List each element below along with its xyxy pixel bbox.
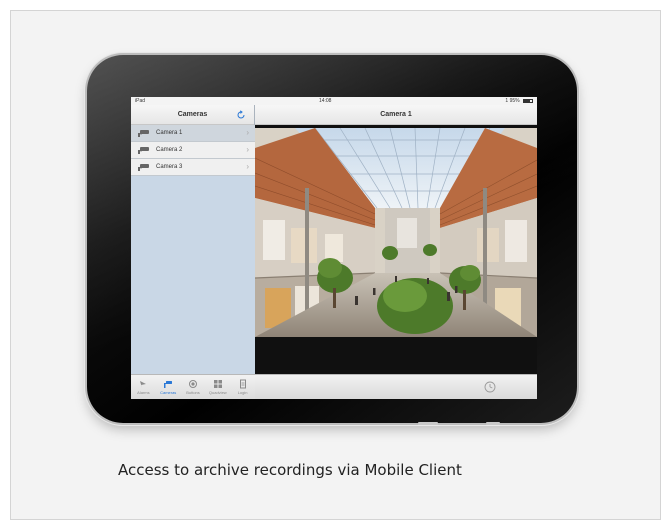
camera-video-feed[interactable] <box>255 128 537 337</box>
tab-login[interactable]: Login <box>230 375 255 399</box>
alarm-icon <box>140 381 147 388</box>
camera-sidebar: Cameras Camera 1 › Camera 2 › Camera 3 ›… <box>131 105 255 399</box>
cctv-camera-icon <box>138 130 149 137</box>
sidebar-empty-area <box>131 176 255 374</box>
tab-bar: Alarms Cameras Buttons Quadview Login <box>131 374 255 399</box>
tab-label: Alarms <box>137 390 150 395</box>
battery-status: 1 95% <box>505 98 533 104</box>
camera-list-item[interactable]: Camera 1 › <box>131 125 255 142</box>
tab-label: Quadview <box>208 390 227 395</box>
battery-icon <box>522 98 533 103</box>
camera-icon <box>164 381 173 388</box>
mall-video-frame <box>255 128 537 337</box>
camera-label: Camera 1 <box>156 130 183 136</box>
tab-label: Login <box>237 390 248 395</box>
ipad-screen: iPad 14:08 1 95% Cameras Camera 1 › Came… <box>131 97 537 399</box>
caption-text: Access to archive recordings via Mobile … <box>118 461 462 479</box>
chevron-right-icon: › <box>246 128 249 137</box>
cctv-camera-icon <box>138 147 149 154</box>
tab-buttons[interactable]: Buttons <box>181 375 206 399</box>
tab-quadview[interactable]: Quadview <box>205 375 230 399</box>
camera-label: Camera 2 <box>156 147 183 153</box>
status-time: 14:08 <box>318 98 332 104</box>
quadview-icon <box>213 380 222 388</box>
camera-list: Camera 1 › Camera 2 › Camera 3 › <box>131 125 255 176</box>
tab-label: Buttons <box>186 390 200 395</box>
camera-list-item[interactable]: Camera 2 › <box>131 142 255 159</box>
cctv-camera-icon <box>138 164 149 171</box>
refresh-icon[interactable] <box>236 110 246 120</box>
sidebar-title: Cameras <box>177 111 208 118</box>
login-icon <box>239 379 246 389</box>
status-bar: iPad 14:08 1 95% <box>131 97 537 105</box>
carrier-label: iPad <box>135 98 146 104</box>
button-icon <box>188 380 197 388</box>
hardware-button-right <box>486 422 500 425</box>
chevron-right-icon: › <box>246 162 249 171</box>
clock-icon[interactable] <box>484 381 496 393</box>
tab-alarms[interactable]: Alarms <box>131 375 156 399</box>
detail-title: Camera 1 <box>380 111 412 118</box>
chevron-right-icon: › <box>246 145 249 154</box>
camera-list-item[interactable]: Camera 3 › <box>131 159 255 176</box>
playback-toolbar <box>255 374 537 399</box>
tab-label: Cameras <box>160 390 177 395</box>
detail-navbar: Camera 1 <box>255 105 537 125</box>
sidebar-navbar: Cameras <box>131 105 254 125</box>
tab-cameras[interactable]: Cameras <box>156 375 181 399</box>
camera-detail-pane: Camera 1 <box>255 105 537 399</box>
camera-label: Camera 3 <box>156 164 183 170</box>
hardware-button-left <box>418 422 438 425</box>
battery-text: 1 95% <box>505 98 520 104</box>
